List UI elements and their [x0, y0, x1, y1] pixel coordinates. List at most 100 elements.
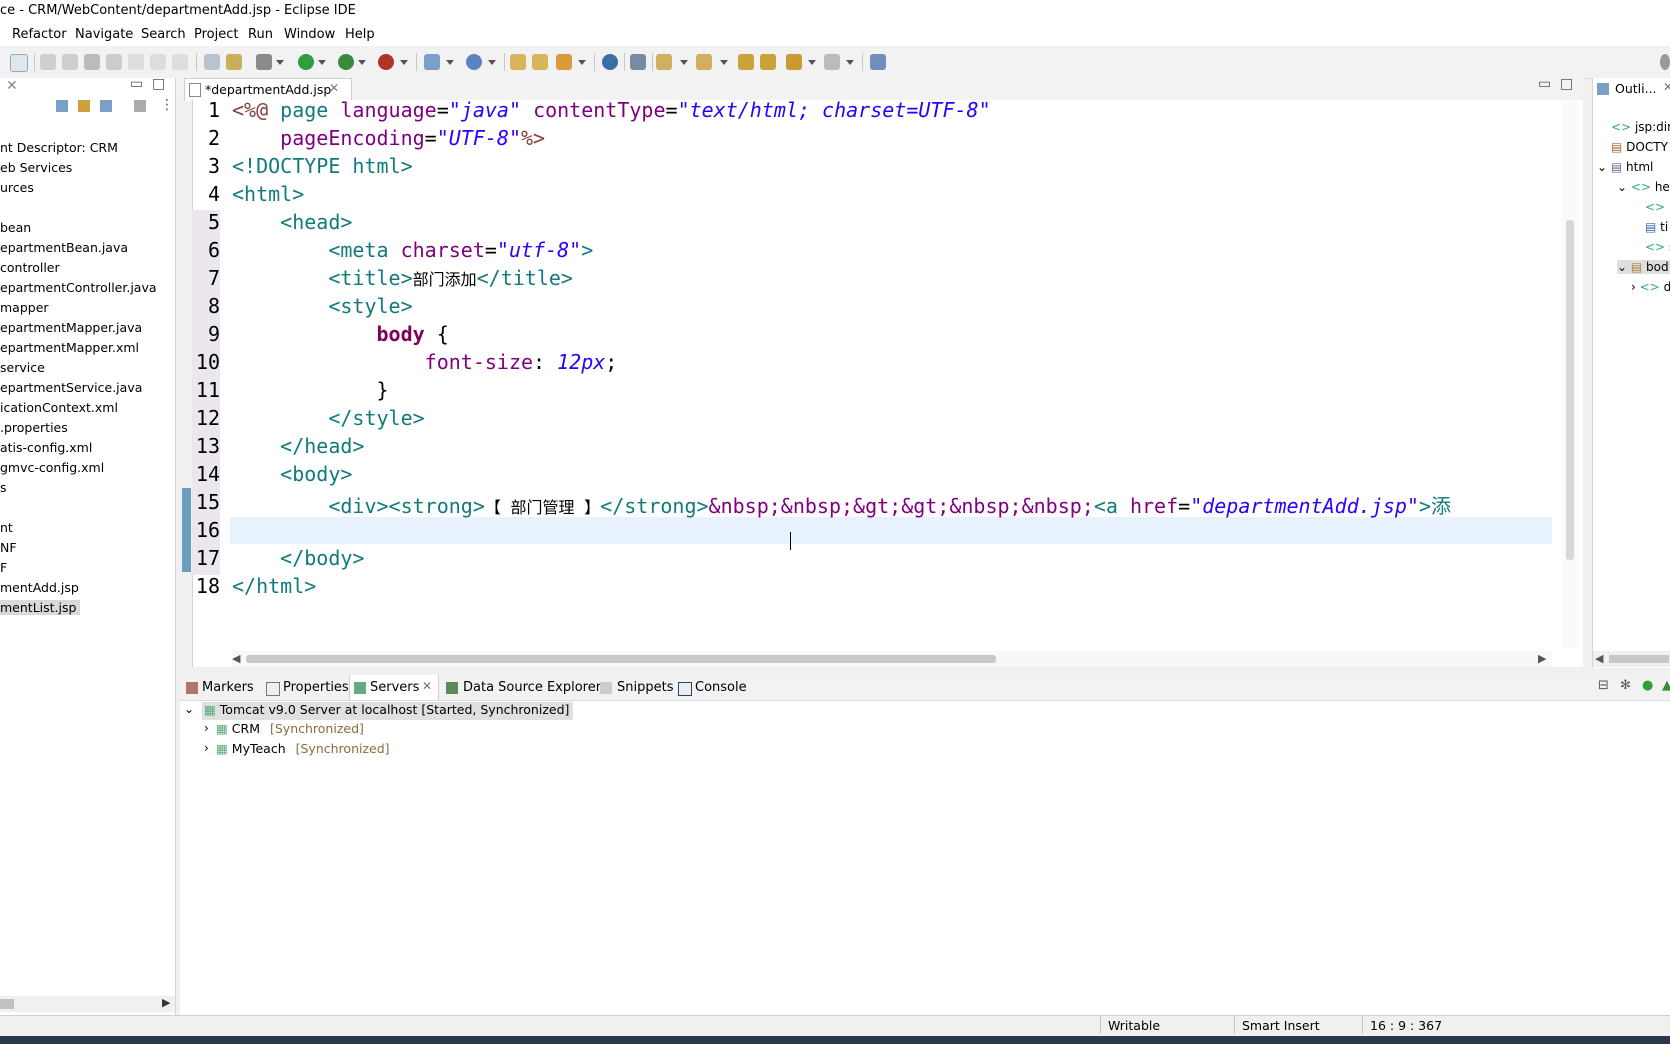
run-icon[interactable]	[298, 54, 314, 70]
menu-navigate[interactable]: Navigate	[75, 27, 133, 42]
profile-server-icon[interactable]: ▲	[1662, 678, 1670, 693]
menu-window[interactable]: Window	[284, 27, 335, 42]
menu-project[interactable]: Project	[194, 27, 238, 42]
outline-item-selected[interactable]: ⌄ ▤ bod	[1617, 260, 1670, 274]
outline-item[interactable]: ▤ DOCTY	[1611, 140, 1668, 154]
tree-item[interactable]: atis-config.xml	[0, 440, 92, 455]
module-row-crm[interactable]: ▦ CRM [Synchronized]	[216, 721, 364, 736]
tree-item[interactable]: nt Descriptor: CRM	[0, 140, 118, 155]
skip-breakpoints-icon[interactable]	[10, 54, 28, 72]
tree-item[interactable]: urces	[0, 180, 34, 195]
close-tab-icon[interactable]: ✕	[329, 81, 339, 95]
toggle-mark-occurrences-icon[interactable]	[630, 54, 646, 70]
collapse-all-icon[interactable]: ⊟	[1598, 678, 1609, 693]
tab-console[interactable]: Console	[695, 680, 747, 695]
outline-item[interactable]: › <> d	[1631, 280, 1670, 294]
coverage-icon[interactable]	[338, 54, 354, 70]
external-tools-icon[interactable]	[378, 54, 394, 70]
tab-data-source-explorer[interactable]: Data Source Explorer	[463, 680, 601, 695]
tree-item[interactable]: epartmentController.java	[0, 280, 157, 295]
tree-item[interactable]: epartmentMapper.xml	[0, 340, 139, 355]
outline-horizontal-scrollbar[interactable]: ◀	[1593, 651, 1670, 667]
tree-item[interactable]: s	[0, 480, 7, 495]
close-outline-icon[interactable]: ✕	[1663, 80, 1670, 94]
terminate-icon[interactable]	[84, 54, 100, 70]
step-return-icon[interactable]	[172, 54, 188, 70]
menu-refactor[interactable]: Refactor	[12, 27, 67, 42]
tree-item[interactable]: NF	[0, 540, 17, 555]
tab-snippets[interactable]: Snippets	[617, 680, 673, 695]
tree-item[interactable]: icationContext.xml	[0, 400, 118, 415]
tree-item[interactable]: service	[0, 360, 45, 375]
close-servers-icon[interactable]: ✕	[422, 679, 432, 693]
menu-search[interactable]: Search	[141, 27, 186, 42]
web-browser-icon[interactable]	[602, 54, 618, 70]
forward-history-icon[interactable]	[760, 54, 776, 70]
new-server-icon[interactable]	[424, 54, 440, 70]
next-annotation-icon[interactable]	[656, 54, 672, 70]
open-type-icon[interactable]	[510, 54, 526, 70]
outline-item[interactable]: ⌄ ▤ html	[1597, 160, 1653, 174]
disconnect-icon[interactable]	[106, 54, 122, 70]
expand-arrow-icon[interactable]: ›	[204, 741, 209, 755]
expand-arrow-icon[interactable]: ›	[204, 721, 209, 735]
global-search-icon[interactable]	[1660, 54, 1670, 70]
use-step-filters-icon[interactable]	[226, 54, 242, 70]
link-with-editor-icon[interactable]	[78, 100, 90, 112]
tab-markers[interactable]: Markers	[202, 680, 254, 695]
open-task-icon[interactable]	[532, 54, 548, 70]
filter-icon[interactable]	[100, 100, 112, 112]
expand-arrow-icon[interactable]: ⌄	[184, 702, 194, 716]
horizontal-scrollbar[interactable]: ▶	[0, 996, 175, 1012]
menu-run[interactable]: Run	[248, 27, 273, 42]
tree-item[interactable]: mapper	[0, 300, 49, 315]
tree-item[interactable]: .properties	[0, 420, 68, 435]
tree-item[interactable]: mentAdd.jsp	[0, 580, 79, 595]
focus-icon[interactable]	[134, 100, 146, 112]
debug-server-icon[interactable]: ✻	[1620, 678, 1631, 693]
tab-properties[interactable]: Properties	[283, 680, 349, 695]
outline-item[interactable]: <> s	[1645, 240, 1670, 254]
previous-annotation-icon[interactable]	[696, 54, 712, 70]
close-view-icon[interactable]: ✕	[6, 78, 18, 94]
resume-icon[interactable]	[40, 54, 56, 70]
outline-item[interactable]: <> m	[1645, 200, 1670, 214]
server-row[interactable]: ▦ Tomcat v9.0 Server at localhost [Start…	[202, 702, 574, 720]
maximize-icon[interactable]: □	[152, 78, 165, 92]
tree-item-selected[interactable]: mentList.jsp	[0, 600, 81, 615]
outline-item[interactable]: <> jsp:dire	[1611, 120, 1670, 134]
forward-icon[interactable]	[824, 54, 840, 70]
suspend-icon[interactable]	[62, 54, 78, 70]
step-over-icon[interactable]	[150, 54, 166, 70]
tab-servers-active[interactable]: Servers ✕	[349, 675, 439, 700]
view-menu-icon[interactable]: ⋮	[160, 97, 174, 113]
debug-icon[interactable]	[256, 54, 272, 70]
collapse-all-icon[interactable]	[56, 100, 68, 112]
menu-help[interactable]: Help	[345, 27, 375, 42]
last-edit-location-icon[interactable]	[738, 54, 754, 70]
maximize-editor-icon[interactable]: □	[1560, 76, 1573, 92]
start-server-icon[interactable]: ●	[1642, 678, 1653, 693]
new-java-class-icon[interactable]	[466, 54, 482, 70]
tab-outline[interactable]: Outli...	[1615, 81, 1657, 96]
drop-to-frame-icon[interactable]	[204, 54, 220, 70]
code-editor[interactable]	[192, 100, 1583, 667]
outline-item[interactable]: ⌄ <> head	[1617, 180, 1670, 194]
editor-vertical-scrollbar[interactable]	[1562, 100, 1578, 648]
tree-item[interactable]: epartmentBean.java	[0, 240, 128, 255]
tree-item[interactable]: epartmentService.java	[0, 380, 142, 395]
search-icon[interactable]	[556, 54, 572, 70]
module-row-myteach[interactable]: ▦ MyTeach [Synchronized]	[216, 741, 390, 756]
tree-item[interactable]: bean	[0, 220, 31, 235]
tree-item[interactable]: eb Services	[0, 160, 72, 175]
minimize-icon[interactable]: ▭	[130, 78, 143, 92]
minimize-editor-icon[interactable]: ▭	[1538, 76, 1551, 92]
tree-item[interactable]: F	[0, 560, 7, 575]
open-perspective-icon[interactable]	[870, 54, 886, 70]
outline-item[interactable]: ▤ ti	[1645, 220, 1668, 234]
tab-servers[interactable]: Servers	[370, 680, 419, 695]
editor-horizontal-scrollbar[interactable]: ◀ ▶	[232, 651, 1552, 667]
tree-item[interactable]: controller	[0, 260, 60, 275]
tree-item[interactable]: nt	[0, 520, 13, 535]
back-icon[interactable]	[786, 54, 802, 70]
